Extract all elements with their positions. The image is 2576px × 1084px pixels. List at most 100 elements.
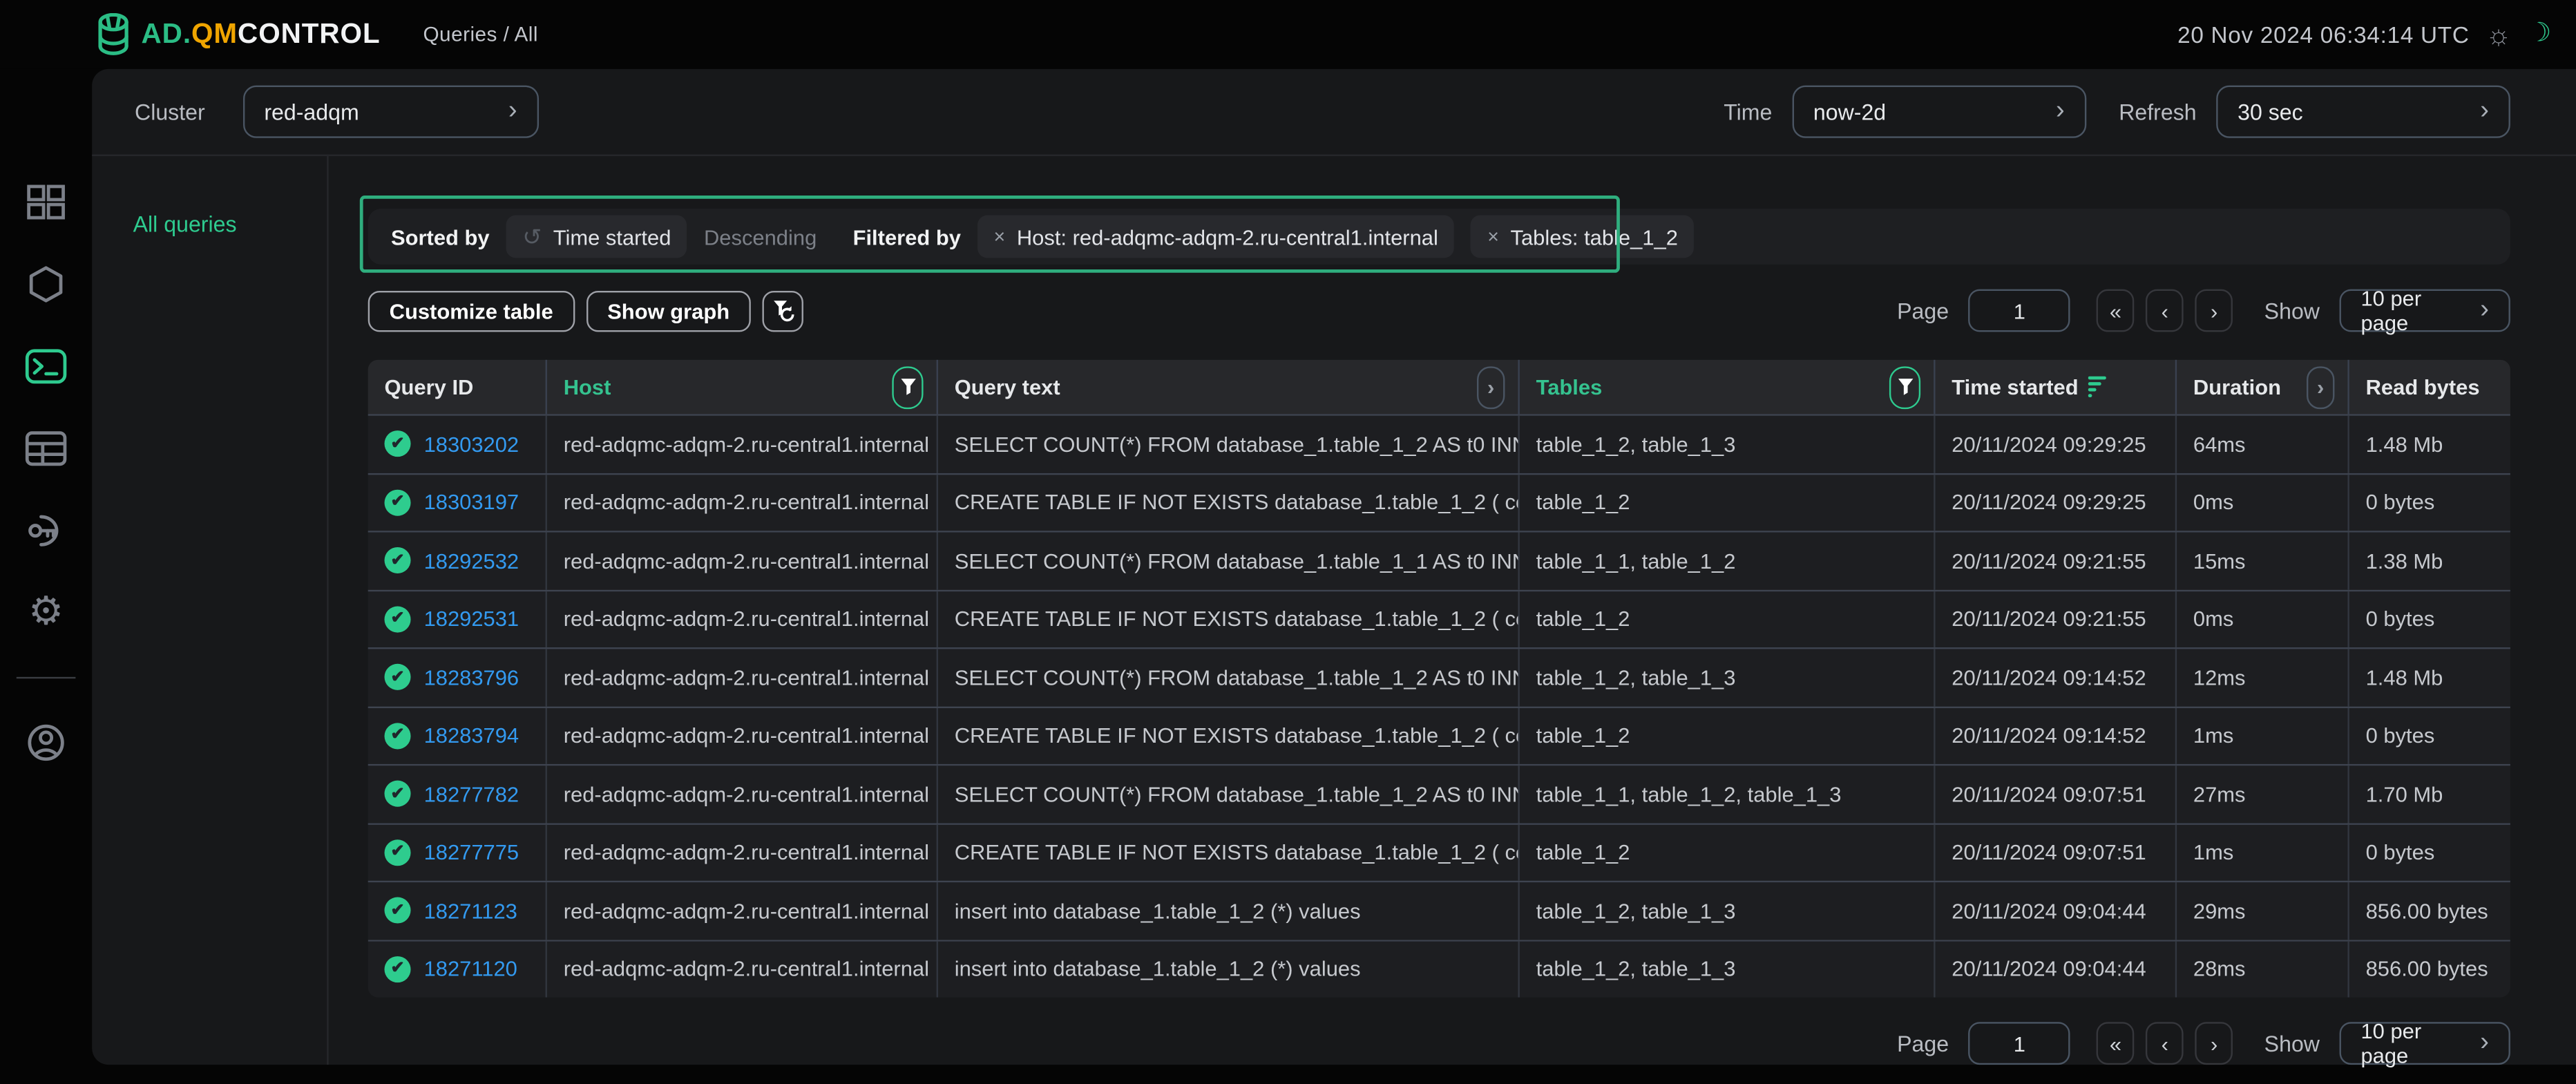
sort-direction[interactable]: Descending [704,225,817,249]
cell-query-text: CREATE TABLE IF NOT EXISTS database_1.ta… [938,474,1520,531]
cell-query-id: ✔18303197 [368,474,547,531]
chevron-right-icon: › [2039,97,2064,126]
status-ok-icon: ✔ [384,839,410,866]
remove-filter-icon[interactable]: × [994,225,1006,248]
query-id-link[interactable]: 18292532 [424,549,519,573]
customize-table-button[interactable]: Customize table [368,290,575,331]
cell-query-id: ✔ 18283794 [368,707,547,764]
remove-filter-icon[interactable]: × [1487,225,1499,248]
query-id-link[interactable]: 18303197 [424,490,519,515]
next-page-button[interactable]: › [2195,289,2233,332]
filter-chip-host[interactable]: × Host: red-adqmc-adqm-2.ru-central1.int… [977,216,1455,258]
sidebar-item-account[interactable] [25,721,68,764]
nav-item-all-queries[interactable]: All queries [133,212,237,237]
query-id-link[interactable]: 18277775 [424,840,519,865]
query-id-link[interactable]: 18292531 [424,607,519,631]
cell-query-text: SELECT COUNT(*) FROM database_1.table_1_… [938,416,1520,473]
status-ok-icon: ✔ [384,956,410,982]
per-page-select[interactable]: 10 per page › [2340,1022,2510,1065]
sidebar-item-cluster[interactable] [25,263,68,306]
cell-tables: table_1_2 [1520,707,1936,764]
next-page-button[interactable]: › [2195,1022,2233,1065]
cell-time-started: 20/11/2024 09:14:52 [1936,707,2177,764]
body-row: All queries Sorted by ↺ Time started Des… [92,156,2576,1065]
hexagon-icon [26,265,66,304]
expand-duration-button[interactable]: › [2307,365,2334,408]
brand-text: AD.QMCONTROL [142,18,381,51]
prev-page-button[interactable]: ‹ [2146,1022,2184,1065]
dark-theme-icon[interactable]: ☽ [2528,21,2551,48]
query-id-link[interactable]: 18271123 [424,898,517,923]
query-id-link[interactable]: 18303202 [424,432,519,457]
cell-host: red-adqmc-adqm-2.ru-central1.internal [547,707,938,764]
query-id-link[interactable]: 18271120 [424,957,517,982]
query-id-link[interactable]: 18277782 [424,781,519,806]
undo-sort-icon[interactable]: ↺ [522,222,542,250]
cell-query-id: ✔ 18292531 [368,591,547,647]
cell-tables: table_1_1, table_1_2, table_1_3 [1520,766,1936,822]
host-filter-button[interactable] [892,365,923,408]
col-header-query-text[interactable]: Query text › [938,360,1520,414]
prev-page-button[interactable]: ‹ [2146,289,2184,332]
cluster-select[interactable]: red-adqm › [242,86,538,138]
first-page-button[interactable]: « [2097,1022,2135,1065]
sidebar-item-settings[interactable]: ⚙ [25,591,68,634]
reset-filters-button[interactable] [763,290,803,331]
chevron-right-icon: › [2464,97,2489,126]
sidebar-item-dashboard[interactable] [25,181,68,224]
col-header-read-bytes[interactable]: Read bytes [2349,360,2510,414]
col-header-duration[interactable]: Duration › [2177,360,2349,414]
cell-duration: 64ms [2177,416,2349,473]
status-ok-icon: ✔ [384,723,410,749]
table-row: ✔18277782red-adqmc-adqm-2.ru-central1.in… [368,764,2510,822]
filter-chip-label: Host: red-adqmc-adqm-2.ru-central1.inter… [1017,225,1438,249]
chevron-right-icon: › [2464,1029,2489,1058]
status-ok-icon: ✔ [384,606,410,632]
page-number-input[interactable] [1969,1022,2070,1065]
tables-filter-button[interactable] [1889,365,1920,408]
col-header-host[interactable]: Host [547,360,938,414]
topbar-right: 20 Nov 2024 06:34:14 UTC ☼ ☽ [2177,21,2551,48]
per-page-value: 10 per page [2360,1018,2463,1067]
light-theme-icon[interactable]: ☼ [2486,21,2511,48]
query-id-link[interactable]: 18283796 [424,665,519,690]
col-header-query-id[interactable]: Query ID [368,360,547,414]
col-header-time-started[interactable]: Time started [1936,360,2177,414]
col-header-tables[interactable]: Tables [1520,360,1936,414]
pagination-bottom: Page « ‹ › Show 10 per page › [368,1022,2510,1065]
cell-read-bytes: 856.00 bytes [2349,941,2510,998]
table-icon [25,430,68,466]
sort-descending-icon [2088,377,2108,398]
per-page-select[interactable]: 10 per page › [2340,289,2510,332]
page-number-input[interactable] [1969,289,2070,332]
sidebar-item-tables[interactable] [25,427,68,470]
time-range-select[interactable]: now-2d › [1792,86,2086,138]
cell-duration: 12ms [2177,649,2349,705]
cell-query-id: ✔18292532 [368,533,547,589]
app-root: AD.QMCONTROL Queries / All 20 Nov 2024 0… [0,0,2576,1084]
query-id-link[interactable]: 18283794 [424,723,519,748]
cell-host: red-adqmc-adqm-2.ru-central1.internal [547,824,938,881]
filter-chip-tables[interactable]: × Tables: table_1_2 [1471,216,1694,258]
expand-query-text-button[interactable]: › [1477,365,1505,408]
sidebar-item-access[interactable] [25,509,68,552]
dashboard-grid-icon [26,184,66,220]
show-graph-button[interactable]: Show graph [586,290,751,331]
cell-read-bytes: 1.38 Mb [2349,533,2510,589]
sidebar-divider [17,677,76,678]
time-range-value: now-2d [1813,99,1886,124]
cell-query-text: SELECT COUNT(*) FROM database_1.table_1_… [938,533,1520,589]
queries-table: Query ID Host Query text › [368,360,2510,998]
table-row: ✔ 18277775 red-adqmc-adqm-2.ru-central1.in… [368,822,2510,880]
first-page-button[interactable]: « [2097,289,2135,332]
cell-query-text: insert into database_1.table_1_2 (*) val… [938,941,1520,998]
sidebar-item-queries-active[interactable] [25,345,68,388]
app-logo[interactable]: AD.QMCONTROL [95,13,381,56]
refresh-interval-select[interactable]: 30 sec › [2216,86,2510,138]
cell-host: red-adqmc-adqm-2.ru-central1.internal [547,533,938,589]
table-row: ✔18283796red-adqmc-adqm-2.ru-central1.in… [368,647,2510,705]
sort-chip-time-started[interactable]: ↺ Time started [506,216,687,258]
breadcrumb[interactable]: Queries / All [423,23,537,46]
status-ok-icon: ✔ [384,664,410,690]
cell-read-bytes: 1.70 Mb [2349,766,2510,822]
